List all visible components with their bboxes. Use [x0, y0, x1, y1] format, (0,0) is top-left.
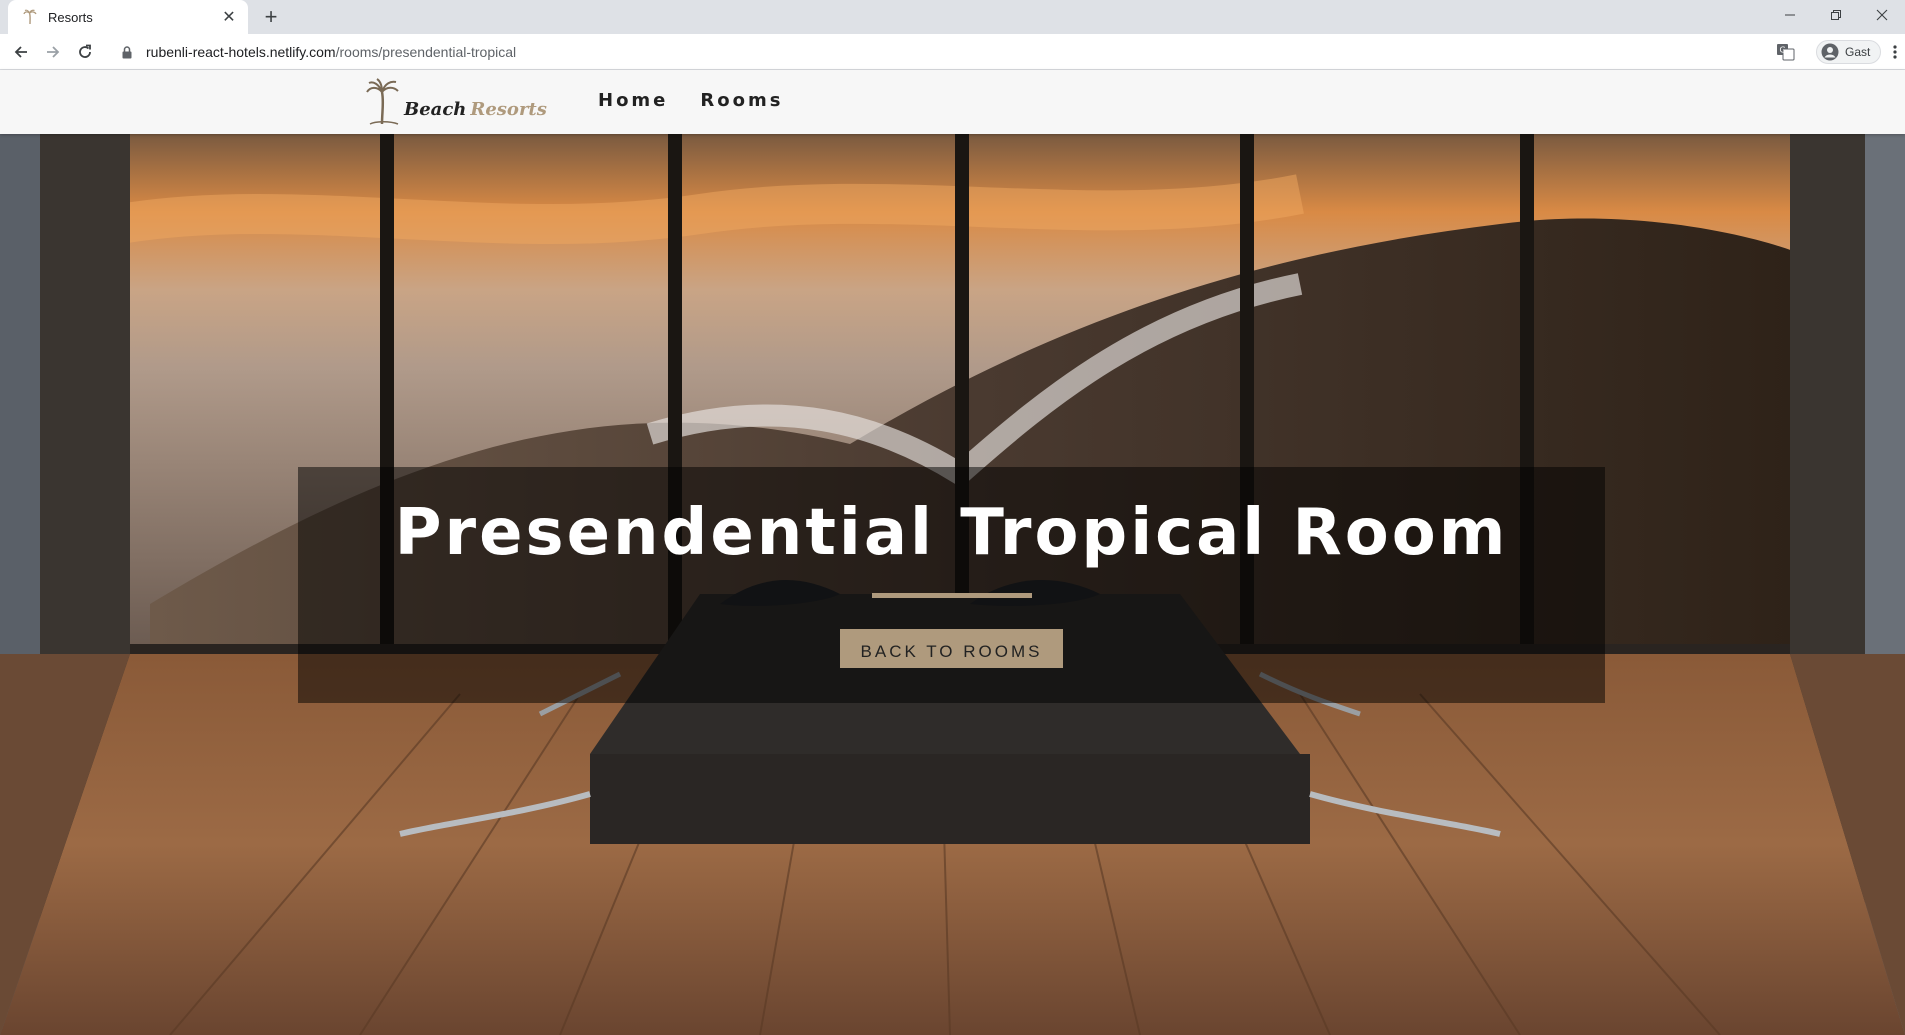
site-logo[interactable]: Beach Resorts [366, 78, 547, 126]
hero-section: Presendential Tropical Room BACK TO ROOM… [0, 134, 1905, 1035]
tab-title: Resorts [48, 9, 93, 25]
window-controls [1767, 0, 1905, 30]
logo-text: Beach Resorts [404, 99, 547, 120]
nav-link-home[interactable]: Home [598, 90, 668, 111]
hero-banner: Presendential Tropical Room BACK TO ROOM… [298, 467, 1605, 703]
minimize-icon[interactable] [1767, 0, 1813, 30]
profile-label: Gast [1845, 45, 1871, 59]
svg-text:G: G [1780, 46, 1786, 55]
site-navbar: Beach Resorts Home Rooms [0, 70, 1905, 134]
back-arrow-icon[interactable] [8, 39, 34, 65]
browser-tab-strip: Resorts ✕ + [0, 0, 1905, 34]
translate-icon[interactable]: G [1776, 43, 1796, 61]
profile-button[interactable]: Gast [1816, 40, 1882, 64]
nav-link-rooms[interactable]: Rooms [700, 90, 783, 111]
palm-tree-icon [366, 78, 402, 126]
url-text: rubenli-react-hotels.netlify.com/rooms/p… [146, 44, 516, 60]
logo-word-resorts: Resorts [470, 99, 547, 120]
forward-arrow-icon[interactable] [40, 39, 66, 65]
nav-links: Home Rooms [598, 90, 815, 111]
browser-toolbar: rubenli-react-hotels.netlify.com/rooms/p… [0, 34, 1905, 70]
address-bar[interactable]: rubenli-react-hotels.netlify.com/rooms/p… [110, 38, 1780, 66]
title-underline [871, 593, 1032, 598]
browser-tab-resorts[interactable]: Resorts ✕ [8, 0, 248, 34]
close-icon[interactable]: ✕ [220, 7, 238, 27]
palm-tree-icon [22, 9, 38, 25]
url-domain: rubenli-react-hotels.netlify.com [146, 44, 336, 60]
profile-icon [1821, 43, 1839, 61]
back-to-rooms-button[interactable]: BACK TO ROOMS [839, 629, 1064, 668]
logo-word-beach: Beach [404, 99, 467, 120]
new-tab-button[interactable]: + [258, 4, 284, 30]
menu-dots-icon[interactable] [1892, 44, 1900, 60]
lock-icon [122, 45, 136, 59]
reload-icon[interactable] [72, 39, 98, 65]
url-path: /rooms/presendential-tropical [335, 44, 517, 60]
close-window-icon[interactable] [1859, 0, 1905, 30]
room-title: Presendential Tropical Room [394, 496, 1509, 570]
maximize-icon[interactable] [1813, 0, 1859, 30]
